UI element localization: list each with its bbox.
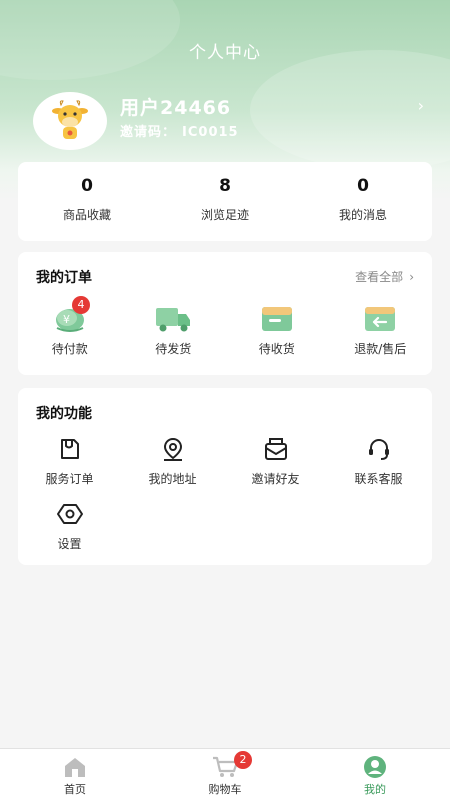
function-contact-support[interactable]: 联系客服 bbox=[327, 436, 430, 487]
home-icon bbox=[65, 758, 85, 777]
function-service-orders[interactable]: 服务订单 bbox=[18, 436, 121, 487]
function-my-address[interactable]: 我的地址 bbox=[121, 436, 224, 487]
stat-history[interactable]: 8 浏览足迹 bbox=[156, 162, 294, 241]
invite-code-row: 邀请码： IC0015 bbox=[120, 121, 239, 140]
profile-icon bbox=[364, 756, 386, 778]
username: 用户24466 bbox=[120, 97, 232, 119]
stat-label: 商品收藏 bbox=[62, 208, 111, 222]
stat-value: 0 bbox=[81, 176, 93, 196]
order-pending-payment[interactable]: ¥ 4 待付款 bbox=[18, 296, 122, 357]
function-label: 设置 bbox=[57, 537, 82, 551]
tab-label: 首页 bbox=[64, 783, 86, 796]
order-pending-receipt[interactable]: 待收货 bbox=[225, 304, 329, 357]
cart-badge: 2 bbox=[234, 751, 252, 769]
box-icon bbox=[261, 307, 292, 331]
service-order-icon bbox=[60, 439, 79, 459]
chevron-right-icon: › bbox=[409, 270, 414, 284]
invite-code: IC0015 bbox=[182, 125, 239, 140]
invite-label: 邀请码： bbox=[120, 125, 177, 140]
tab-label: 购物车 bbox=[208, 783, 242, 796]
pending-payment-badge: 4 bbox=[72, 296, 90, 314]
orders-card: 我的订单 查看全部 › ¥ 4 待付款 待发货 待收货 退款/售后 bbox=[18, 252, 432, 375]
svg-text:¥: ¥ bbox=[63, 313, 70, 326]
stat-favorites[interactable]: 0 商品收藏 bbox=[18, 162, 156, 241]
view-all-orders-link[interactable]: 查看全部 › bbox=[355, 268, 414, 285]
cow-mascot-icon bbox=[52, 100, 88, 139]
tab-cart[interactable]: 2 购物车 bbox=[150, 749, 300, 800]
order-label: 待收货 bbox=[258, 342, 295, 356]
order-label: 退款/售后 bbox=[354, 342, 407, 356]
tab-profile[interactable]: 我的 bbox=[300, 749, 450, 800]
order-refund-after-sales[interactable]: 退款/售后 bbox=[329, 304, 433, 357]
truck-icon bbox=[156, 308, 191, 332]
stat-value: 8 bbox=[219, 176, 231, 196]
page-title: 个人中心 bbox=[189, 43, 261, 63]
avatar[interactable] bbox=[33, 92, 107, 150]
stat-label: 我的消息 bbox=[338, 208, 387, 222]
tab-home[interactable]: 首页 bbox=[0, 749, 150, 800]
order-pending-shipment[interactable]: 待发货 bbox=[122, 304, 226, 357]
headset-icon bbox=[368, 439, 389, 460]
view-all-label: 查看全部 bbox=[355, 270, 404, 284]
function-label: 服务订单 bbox=[45, 472, 94, 486]
tab-label: 我的 bbox=[364, 783, 386, 796]
functions-title: 我的功能 bbox=[36, 406, 92, 422]
invite-mail-icon bbox=[264, 438, 287, 460]
function-label: 我的地址 bbox=[148, 472, 197, 486]
stat-label: 浏览足迹 bbox=[200, 208, 249, 222]
stat-value: 0 bbox=[357, 176, 369, 196]
order-label: 待付款 bbox=[51, 342, 88, 356]
function-label: 联系客服 bbox=[354, 472, 403, 486]
stat-messages[interactable]: 0 我的消息 bbox=[294, 162, 432, 241]
refund-icon bbox=[365, 307, 396, 331]
order-label: 待发货 bbox=[155, 342, 192, 356]
settings-icon bbox=[56, 504, 83, 524]
orders-title: 我的订单 bbox=[36, 270, 92, 286]
function-label: 邀请好友 bbox=[251, 472, 300, 486]
bottom-tab-bar: 首页 2 购物车 我的 bbox=[0, 748, 450, 800]
profile-chevron-right-icon[interactable]: › bbox=[418, 96, 424, 115]
function-settings[interactable]: 设置 bbox=[18, 501, 121, 552]
location-icon bbox=[163, 437, 182, 461]
functions-card: 我的功能 服务订单 我的地址 邀请好友 联系客服 设置 bbox=[18, 388, 432, 565]
function-invite-friends[interactable]: 邀请好友 bbox=[224, 436, 327, 487]
stats-card: 0 商品收藏 8 浏览足迹 0 我的消息 bbox=[18, 162, 432, 241]
